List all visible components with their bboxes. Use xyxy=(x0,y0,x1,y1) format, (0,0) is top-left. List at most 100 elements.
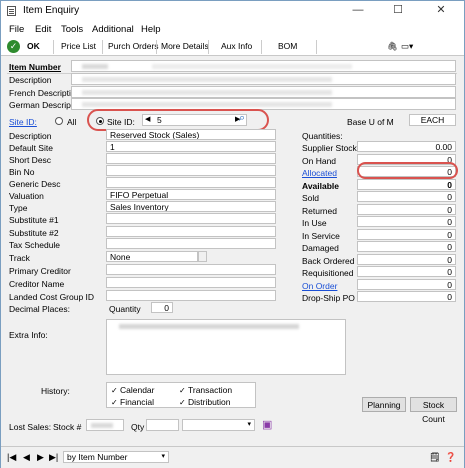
chevron-down-icon: ▾ xyxy=(161,453,165,460)
substitute-2-label: Substitute #2 xyxy=(9,228,59,238)
type-field[interactable]: Sales Inventory xyxy=(106,201,276,212)
sort-order-dropdown[interactable]: by Item Number ▾ xyxy=(63,451,169,463)
first-record-icon[interactable]: |◀ xyxy=(7,452,16,463)
french-description-field[interactable] xyxy=(71,86,456,98)
default-site-field[interactable]: 1 xyxy=(106,141,276,152)
track-field[interactable]: None xyxy=(106,251,198,262)
quantity-row-label: Damaged xyxy=(302,243,339,253)
lost-sales-dropdown[interactable]: ▾ xyxy=(182,419,255,431)
toolbar: ✓ OK Price List Purch Orders More Detail… xyxy=(1,38,464,56)
base-uom-field[interactable]: EACH xyxy=(409,114,456,126)
type-label: Type xyxy=(9,203,28,213)
qty-label: Qty xyxy=(131,422,145,432)
substitute-2-field[interactable] xyxy=(106,226,276,237)
note-icon[interactable]: 🗒 xyxy=(429,452,440,463)
toolbar-divider xyxy=(261,40,262,54)
valuation-field[interactable]: FIFO Perpetual xyxy=(106,189,276,200)
track-toggle[interactable] xyxy=(198,251,207,262)
ok-button[interactable]: OK xyxy=(27,41,40,51)
menu-tools[interactable]: Tools xyxy=(61,24,83,35)
financial-checkbox[interactable]: ✓ Financial xyxy=(111,397,154,407)
purch-orders-button[interactable]: Purch Orders xyxy=(108,41,159,51)
creditor-name-field[interactable] xyxy=(106,277,276,288)
quantity-row-label: Drop-Ship PO xyxy=(302,293,355,303)
stock-count-button[interactable]: Stock Count xyxy=(410,397,457,424)
item-enquiry-window: Item Enquiry — ☐ ✕ File Edit Tools Addit… xyxy=(0,0,465,468)
quantity-row-value: 0 xyxy=(357,179,456,190)
bin-no-label: Bin No xyxy=(9,167,35,177)
track-label: Track xyxy=(9,253,30,263)
qty-field[interactable] xyxy=(146,419,179,431)
primary-creditor-label: Primary Creditor xyxy=(9,266,71,276)
generic-desc-label: Generic Desc xyxy=(9,179,61,189)
quantity-row-label: Returned xyxy=(302,206,337,216)
maximize-button[interactable]: ☐ xyxy=(383,1,413,21)
french-description-label: French Description xyxy=(9,88,81,98)
extra-info-field[interactable] xyxy=(106,319,346,375)
quantities-title: Quantities: xyxy=(302,131,343,141)
bom-button[interactable]: BOM xyxy=(278,41,297,51)
quantity-row-value: 0 xyxy=(357,229,456,240)
quantity-row-label[interactable]: On Order xyxy=(302,281,337,291)
close-button[interactable]: ✕ xyxy=(426,1,456,21)
short-desc-field[interactable] xyxy=(106,153,276,164)
quantity-row-label: Back Ordered xyxy=(302,256,355,266)
ok-icon[interactable]: ✓ xyxy=(7,40,20,53)
description-field[interactable] xyxy=(71,73,456,85)
menu-edit[interactable]: Edit xyxy=(35,24,51,35)
toolbar-divider xyxy=(102,40,103,54)
base-uom-label: Base U of M xyxy=(347,117,394,127)
sort-order-value: by Item Number xyxy=(67,452,128,462)
quantity-row-value: 0 xyxy=(357,266,456,277)
paperclip-icon[interactable]: 🖇 xyxy=(387,41,398,52)
quantity-decimal-field[interactable]: 0 xyxy=(151,302,173,313)
item-number-label: Item Number xyxy=(9,62,61,72)
chevron-down-icon: ▾ xyxy=(247,421,251,428)
substitute-1-label: Substitute #1 xyxy=(9,215,59,225)
quantity-row-label: In Use xyxy=(302,218,327,228)
distribution-checkbox[interactable]: ✓ Distribution xyxy=(179,397,231,407)
last-record-icon[interactable]: ▶| xyxy=(49,452,58,463)
transaction-checkbox[interactable]: ✓ Transaction xyxy=(179,385,232,396)
quantity-row-value: 0 xyxy=(357,279,456,290)
decimal-places-label: Decimal Places: xyxy=(9,304,70,314)
quantity-row-value: 0 xyxy=(357,191,456,202)
previous-record-icon[interactable]: ◀ xyxy=(23,452,30,463)
price-list-button[interactable]: Price List xyxy=(61,41,96,51)
aux-info-button[interactable]: Aux Info xyxy=(221,41,252,51)
menu-help[interactable]: Help xyxy=(141,24,161,35)
default-site-label: Default Site xyxy=(9,143,53,153)
landed-cost-field[interactable] xyxy=(106,290,276,301)
site-id-link[interactable]: Site ID: xyxy=(9,117,37,127)
planning-button[interactable]: Planning xyxy=(362,397,406,412)
quantity-row-value: 0.00 xyxy=(357,141,456,152)
save-icon[interactable]: ▣ xyxy=(262,418,272,431)
item-number-field[interactable] xyxy=(71,60,456,72)
menu-additional[interactable]: Additional xyxy=(92,24,134,35)
creditor-name-label: Creditor Name xyxy=(9,279,65,289)
window-menu-icon[interactable]: ▭▾ xyxy=(401,41,413,52)
help-icon[interactable]: ❓ xyxy=(445,452,456,463)
menu-file[interactable]: File xyxy=(9,24,24,35)
minimize-button[interactable]: — xyxy=(343,1,373,21)
bin-no-field[interactable] xyxy=(106,165,276,176)
quantity-row-label: Supplier Stock xyxy=(302,143,357,153)
stock-number-field[interactable] xyxy=(86,419,124,431)
item-description-field[interactable]: Reserved Stock (Sales) xyxy=(106,129,276,140)
generic-desc-field[interactable] xyxy=(106,177,276,188)
site-id-highlight xyxy=(87,109,269,131)
quantity-row-value: 0 xyxy=(357,216,456,227)
quantity-row-label: In Service xyxy=(302,231,340,241)
history-label: History: xyxy=(41,386,70,396)
tax-schedule-field[interactable] xyxy=(106,238,276,249)
quantity-row-label[interactable]: Allocated xyxy=(302,168,337,178)
quantity-row-value: 0 xyxy=(357,254,456,265)
primary-creditor-field[interactable] xyxy=(106,264,276,275)
substitute-1-field[interactable] xyxy=(106,213,276,224)
all-radio[interactable] xyxy=(55,117,63,125)
quantity-row-value: 0 xyxy=(357,204,456,215)
more-details-button[interactable]: More Details xyxy=(161,41,209,51)
next-record-icon[interactable]: ▶ xyxy=(37,452,44,463)
calendar-checkbox[interactable]: ✓ Calendar xyxy=(111,385,155,396)
quantity-label: Quantity xyxy=(109,304,141,314)
